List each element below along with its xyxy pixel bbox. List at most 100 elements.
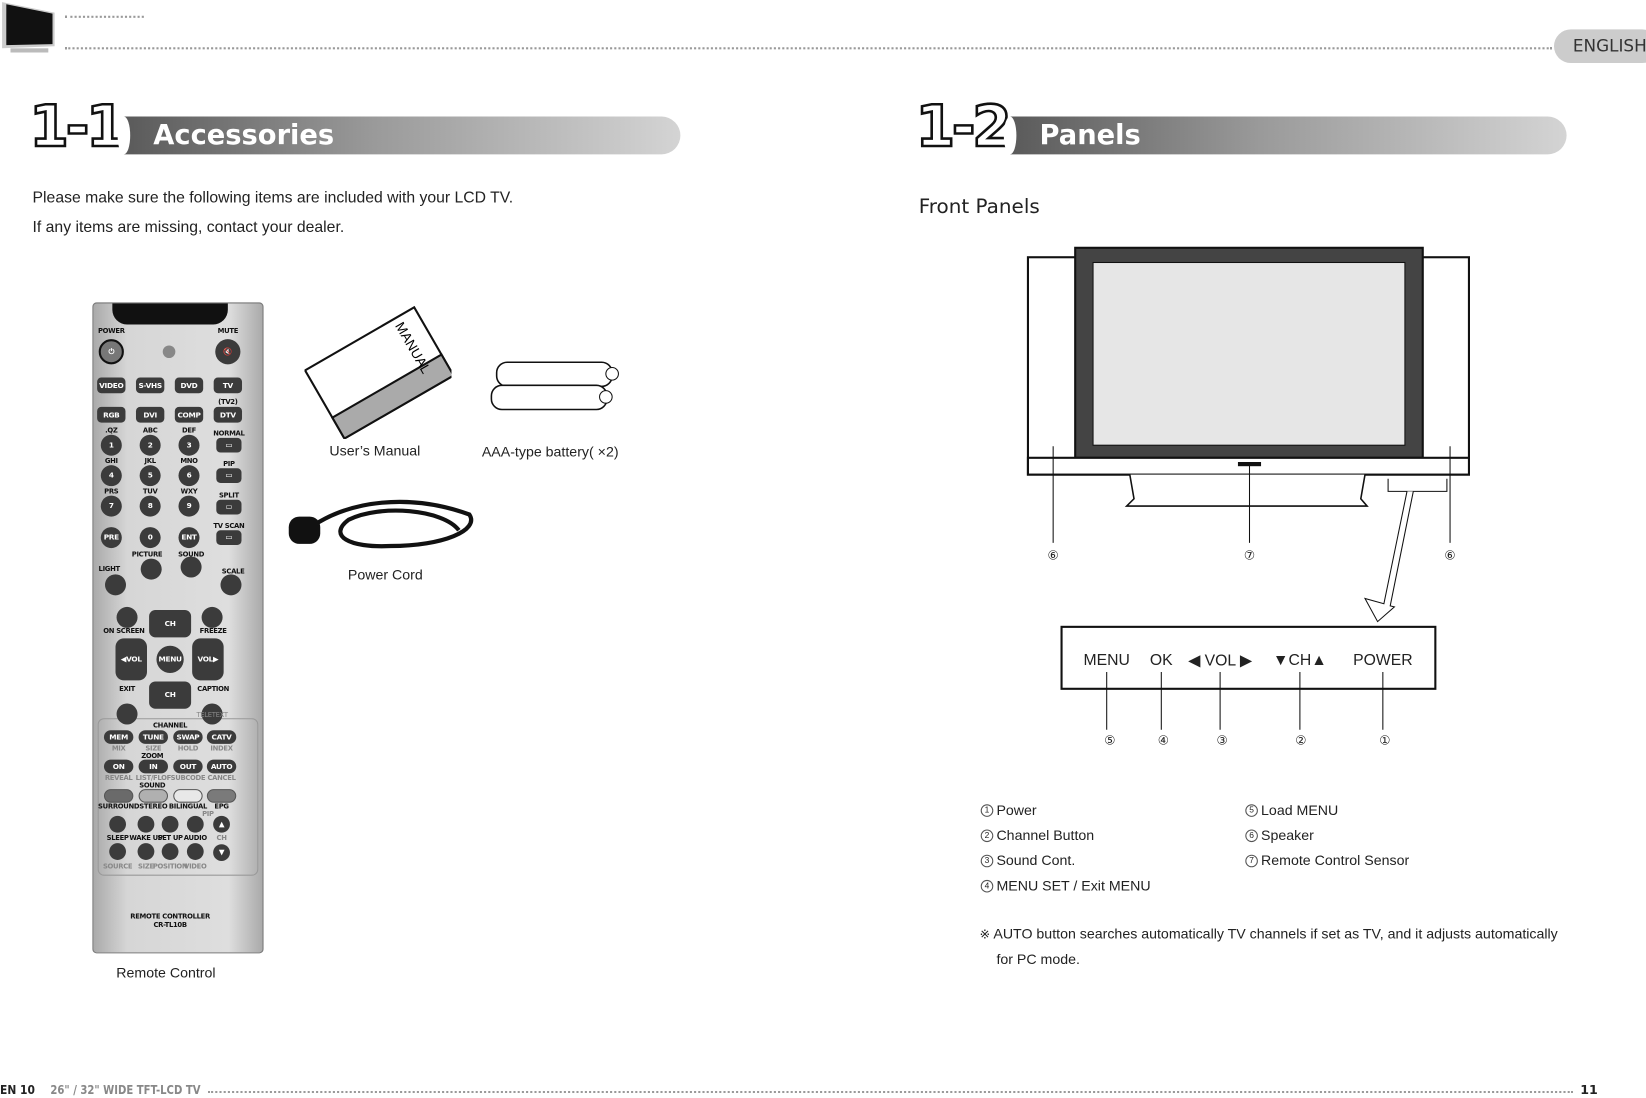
teletext-sub-label: CANCEL (207, 773, 236, 783)
number-letters: MNO (180, 456, 198, 466)
timer-button[interactable] (109, 815, 126, 833)
timer-button[interactable] (186, 815, 204, 833)
function-button[interactable] (116, 703, 138, 725)
ir-led-icon (162, 345, 176, 359)
arc-button[interactable] (220, 574, 242, 596)
number-button[interactable]: 8 (139, 495, 161, 517)
arc-button[interactable] (140, 558, 162, 580)
legend-label: Remote Control Sensor (1261, 852, 1410, 869)
number-button[interactable]: 2 (139, 434, 161, 456)
channel-down-button[interactable]: CH (149, 681, 192, 709)
callout-speaker-left: ⑥ (1047, 548, 1059, 563)
sound-label: EPG (214, 802, 229, 811)
number-button[interactable]: ENT (178, 527, 200, 549)
sound-color-button[interactable] (173, 789, 203, 803)
note-text: AUTO button searches automatically TV ch… (993, 926, 1558, 942)
source-button[interactable]: RGB (97, 406, 126, 423)
remote-model: CR-TL10B (153, 920, 187, 930)
function-button[interactable] (201, 606, 223, 628)
legend-number: 3 (980, 854, 994, 867)
source-button[interactable]: DTV (213, 406, 243, 423)
number-button[interactable]: 0 (139, 527, 161, 549)
source-button[interactable]: COMP (174, 406, 204, 423)
number-button[interactable]: 5 (139, 465, 161, 487)
legend-item: 4 MENU SET / Exit MENU (980, 877, 1151, 894)
source-button[interactable]: S-VHS (135, 377, 165, 394)
screen-mode-button[interactable]: ▭ (216, 499, 242, 515)
screen-mode-button[interactable]: ▭ (216, 468, 242, 483)
callout-number: ④ (1157, 732, 1170, 748)
screen-mode-button[interactable]: ▭ (216, 530, 242, 545)
zoom-group-button[interactable]: AUTO (206, 759, 237, 774)
tv2-label: (TV2) (218, 397, 238, 407)
channel-group-button[interactable]: CATV (206, 730, 237, 744)
legend-label: Channel Button (996, 827, 1095, 844)
channel-group-button[interactable]: MEM (103, 730, 134, 744)
source-button[interactable]: DVD (174, 377, 204, 394)
function-button[interactable] (116, 606, 138, 628)
number-button[interactable]: 9 (178, 495, 200, 517)
number-letters: JKL (144, 456, 157, 466)
function-label: CAPTION (197, 684, 230, 693)
pip-channel-down-button[interactable]: ▼ (213, 844, 230, 861)
arc-button[interactable] (104, 574, 126, 596)
zoom-group-button[interactable]: IN (138, 759, 168, 774)
volume-up-button[interactable]: VOL▶ (192, 638, 224, 681)
zoom-group-button[interactable]: ON (103, 759, 134, 774)
teletext-sub-label: SUBCODE (170, 773, 206, 783)
legend-number: 6 (1245, 828, 1258, 842)
sound-label: STEREO (139, 802, 168, 811)
control-volume: ◀ VOL ▶ (1188, 652, 1253, 670)
legend-label: Sound Cont. (996, 852, 1076, 869)
sound-color-button[interactable] (103, 789, 134, 803)
callout-number: ① (1379, 732, 1391, 748)
legend-label: MENU SET / Exit MENU (996, 877, 1151, 894)
function-label: FREEZE (199, 626, 227, 636)
timer-button[interactable] (137, 815, 155, 833)
sound-color-button[interactable] (206, 789, 237, 803)
channel-group-button[interactable]: SWAP (173, 730, 203, 744)
pip-function-button[interactable] (137, 843, 155, 860)
control-ok: OK (1149, 651, 1173, 670)
number-letters: GHI (104, 456, 118, 466)
legend-number: 7 (1245, 854, 1258, 867)
mute-button[interactable]: 🔇 (215, 339, 241, 365)
screen-mode-button[interactable]: ▭ (216, 437, 242, 453)
teletext-label: TELETEXT (196, 710, 228, 720)
pip-group-label: PIP (202, 809, 214, 818)
menu-button[interactable]: MENU (156, 645, 184, 674)
number-button[interactable]: 7 (100, 495, 122, 517)
pip-channel-label: CH (216, 833, 227, 843)
pip-function-button[interactable] (186, 843, 204, 860)
teletext-sub-label: HOLD (177, 744, 199, 753)
callout-number: ② (1295, 732, 1307, 748)
timer-label: SET UP (157, 833, 183, 843)
sound-color-button[interactable] (138, 789, 168, 803)
number-button[interactable]: 3 (178, 434, 200, 456)
number-button[interactable]: PRE (100, 527, 122, 549)
channel-group-button[interactable]: TUNE (138, 730, 168, 744)
pip-function-label: POSITION (152, 862, 188, 871)
number-button[interactable]: 4 (100, 465, 122, 487)
volume-down-button[interactable]: ◀VOL (115, 638, 147, 681)
pip-channel-up-button[interactable]: ▲ (213, 815, 230, 833)
arc-label: PICTURE (131, 550, 163, 559)
power-button[interactable]: ⏻ (98, 339, 124, 365)
number-button[interactable]: 1 (100, 434, 122, 456)
callout-speaker-right: ⑥ (1444, 548, 1456, 563)
screen-mode-label: TV SCAN (213, 521, 245, 531)
channel-up-button[interactable]: CH (149, 610, 192, 638)
arc-button[interactable] (180, 556, 202, 578)
remote-caption: Remote Control (116, 964, 216, 981)
source-button[interactable]: TV (213, 377, 243, 394)
source-button[interactable]: VIDEO (97, 377, 126, 394)
callout-number: ⑤ (1104, 732, 1116, 748)
note: ※ AUTO button searches automatically TV c… (980, 926, 1558, 942)
pip-function-button[interactable] (161, 843, 179, 860)
zoom-group-button[interactable]: OUT (173, 759, 203, 774)
number-letters: WXY (180, 487, 198, 496)
number-button[interactable]: 6 (178, 465, 200, 487)
pip-function-button[interactable] (109, 843, 126, 860)
source-button[interactable]: DVI (135, 406, 165, 423)
timer-button[interactable] (161, 815, 179, 833)
